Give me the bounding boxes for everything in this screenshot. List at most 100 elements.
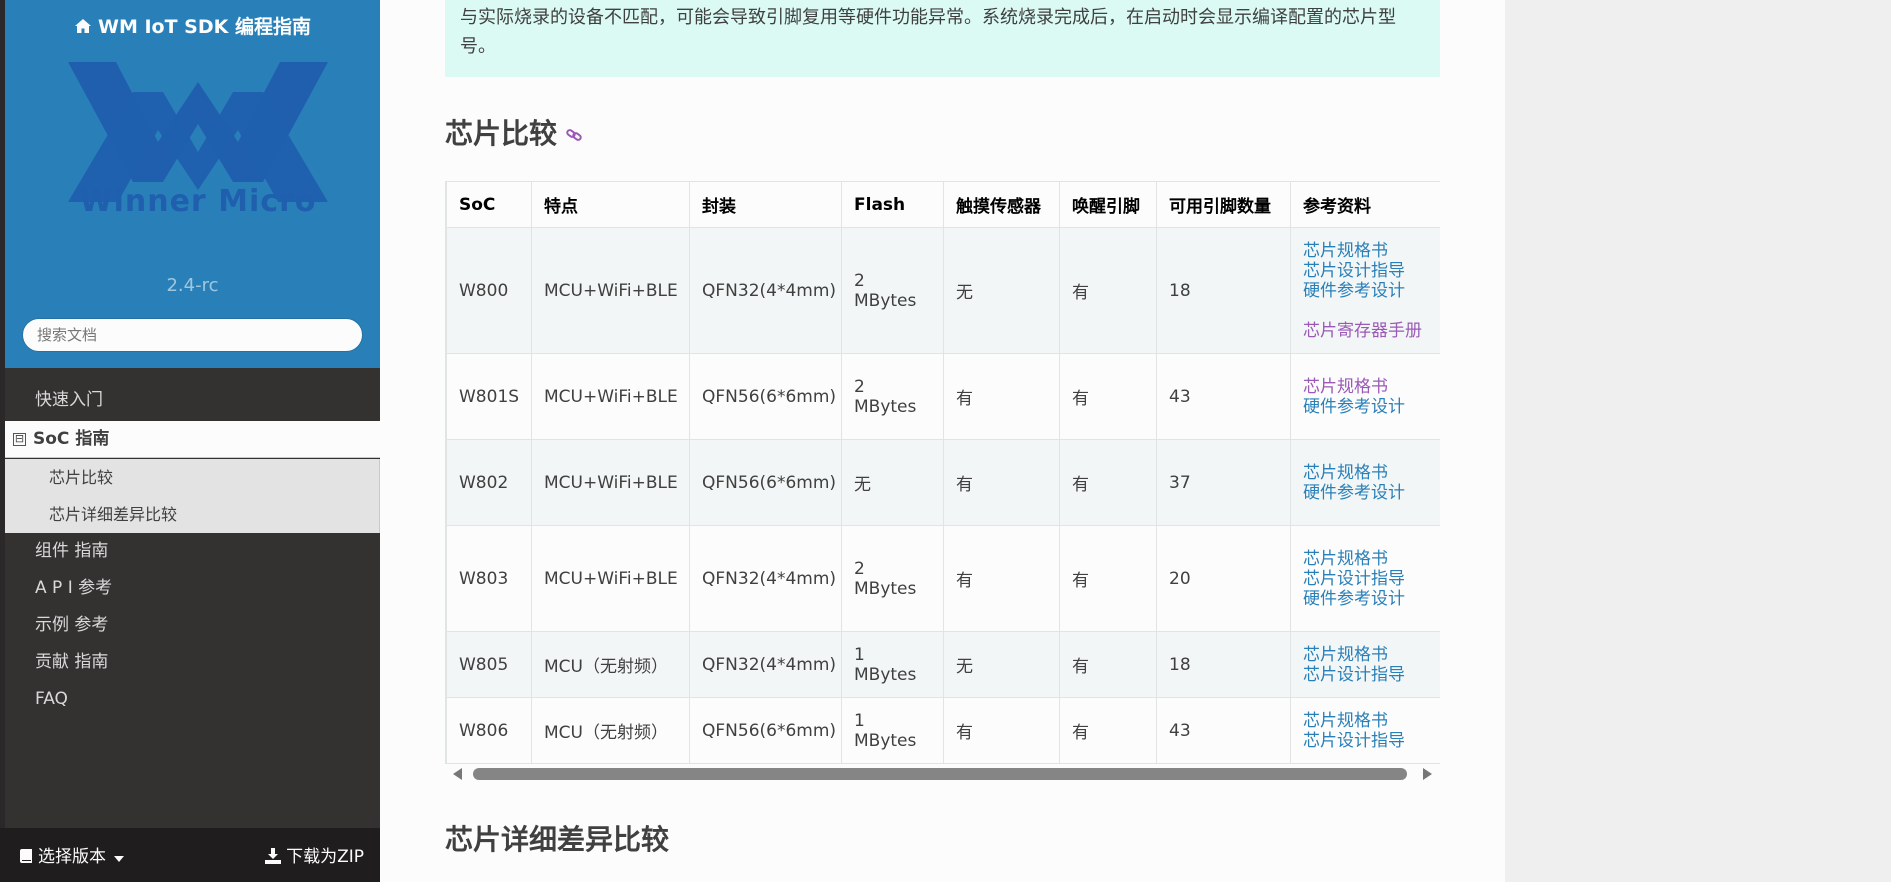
nav-contributing[interactable]: 贡献 指南 xyxy=(5,644,380,681)
ref-link-datasheet[interactable]: 芯片规格书 xyxy=(1303,711,1434,731)
logo-text: Winner Micro xyxy=(79,184,317,219)
cell-touch: 有 xyxy=(943,525,1060,632)
cell-touch: 无 xyxy=(943,227,1060,354)
sidebar-footer: 选择版本 下载为ZIP xyxy=(0,828,380,882)
table-header-row: SoC 特点 封装 Flash 触摸传感器 唤醒引脚 可用引脚数量 参考资料 xyxy=(446,181,1440,228)
nav-api-reference[interactable]: A P I 参考 xyxy=(5,570,380,607)
cell-flash: 2 MBytes xyxy=(841,353,944,440)
column-header: 参考资料 xyxy=(1290,181,1440,228)
ref-link-datasheet[interactable]: 芯片规格书 xyxy=(1303,645,1434,665)
cell-package: QFN32(4*4mm) xyxy=(689,525,842,632)
table-horizontal-scrollbar[interactable] xyxy=(445,764,1440,784)
scrollbar-thumb[interactable] xyxy=(473,768,1407,780)
cell-refs: 芯片规格书 芯片设计指导 硬件参考设计 芯片寄存器手册 xyxy=(1290,227,1440,354)
cell-pins: 18 xyxy=(1156,227,1291,354)
ref-link-hardware-reference[interactable]: 硬件参考设计 xyxy=(1303,483,1434,503)
cell-soc: W801S xyxy=(446,353,532,440)
ref-link-design-guide[interactable]: 芯片设计指导 xyxy=(1303,731,1434,751)
cell-wake: 有 xyxy=(1059,697,1157,764)
nav-chip-detail-comparison[interactable]: 芯片详细差异比较 xyxy=(5,496,380,533)
version-select-button[interactable]: 选择版本 xyxy=(20,842,125,867)
cell-package: QFN56(6*6mm) xyxy=(689,353,842,440)
cell-touch: 有 xyxy=(943,353,1060,440)
ref-link-design-guide[interactable]: 芯片设计指导 xyxy=(1303,261,1434,281)
cell-refs: 芯片规格书 芯片设计指导 xyxy=(1290,631,1440,698)
cell-wake: 有 xyxy=(1059,525,1157,632)
collapse-toggle-icon[interactable]: ⊟ xyxy=(13,433,26,446)
project-home-link[interactable]: WM IoT SDK 编程指南 xyxy=(5,12,380,39)
table-row: W803 MCU+WiFi+BLE QFN32(4*4mm) 2 MBytes … xyxy=(446,525,1440,632)
cell-soc: W805 xyxy=(446,631,532,698)
cell-wake: 有 xyxy=(1059,353,1157,440)
nav-faq[interactable]: FAQ xyxy=(5,681,380,718)
cell-feature: MCU（无射频） xyxy=(531,697,690,764)
ref-link-datasheet[interactable]: 芯片规格书 xyxy=(1303,549,1434,569)
column-header: 唤醒引脚 xyxy=(1059,181,1157,228)
cell-flash: 1 MBytes xyxy=(841,631,944,698)
ref-link-hardware-reference[interactable]: 硬件参考设计 xyxy=(1303,281,1434,301)
ref-link-datasheet[interactable]: 芯片规格书 xyxy=(1303,241,1434,261)
logo-mark xyxy=(68,62,328,202)
nav-soc-guide-label: SoC 指南 xyxy=(33,429,110,449)
section-title-chip-detail-comparison: 芯片详细差异比较 xyxy=(445,823,670,856)
nav-soc-guide[interactable]: ⊟ SoC 指南 xyxy=(5,421,380,458)
cell-wake: 有 xyxy=(1059,631,1157,698)
column-header: 封装 xyxy=(689,181,842,228)
ref-link-hardware-reference[interactable]: 硬件参考设计 xyxy=(1303,589,1434,609)
cell-feature: MCU+WiFi+BLE xyxy=(531,353,690,440)
cell-package: QFN32(4*4mm) xyxy=(689,631,842,698)
cell-package: QFN56(6*6mm) xyxy=(689,439,842,526)
cell-feature: MCU+WiFi+BLE xyxy=(531,439,690,526)
version-select-label: 选择版本 xyxy=(38,847,106,867)
cell-flash: 无 xyxy=(841,439,944,526)
cell-pins: 43 xyxy=(1156,697,1291,764)
ref-link-register-manual[interactable]: 芯片寄存器手册 xyxy=(1303,321,1434,341)
download-zip-button[interactable]: 下载为ZIP xyxy=(265,842,364,867)
ref-link-hardware-reference[interactable]: 硬件参考设计 xyxy=(1303,397,1434,417)
cell-pins: 20 xyxy=(1156,525,1291,632)
ref-link-datasheet[interactable]: 芯片规格书 xyxy=(1303,377,1434,397)
cell-soc: W802 xyxy=(446,439,532,526)
cell-touch: 有 xyxy=(943,439,1060,526)
cell-feature: MCU+WiFi+BLE xyxy=(531,525,690,632)
cell-soc: W806 xyxy=(446,697,532,764)
nav-chip-comparison[interactable]: 芯片比较 xyxy=(5,459,380,496)
ref-link-datasheet[interactable]: 芯片规格书 xyxy=(1303,463,1434,483)
cell-package: QFN56(6*6mm) xyxy=(689,697,842,764)
cell-refs: 芯片规格书 硬件参考设计 xyxy=(1290,353,1440,440)
download-icon xyxy=(265,848,282,864)
book-icon xyxy=(20,849,32,863)
ref-link-design-guide[interactable]: 芯片设计指导 xyxy=(1303,569,1434,589)
cell-feature: MCU+WiFi+BLE xyxy=(531,227,690,354)
cell-pins: 18 xyxy=(1156,631,1291,698)
nav-component-guide[interactable]: 组件 指南 xyxy=(5,533,380,570)
download-zip-label: 下载为ZIP xyxy=(286,847,364,867)
winner-micro-logo[interactable]: Winner Micro xyxy=(68,62,328,262)
column-header: 特点 xyxy=(531,181,690,228)
cell-refs: 芯片规格书 芯片设计指导 硬件参考设计 xyxy=(1290,525,1440,632)
nav-examples[interactable]: 示例 参考 xyxy=(5,607,380,644)
scroll-left-arrow-icon[interactable] xyxy=(453,768,462,780)
chip-comparison-table: SoC 特点 封装 Flash 触摸传感器 唤醒引脚 可用引脚数量 参考资料 W… xyxy=(446,181,1440,764)
scroll-right-arrow-icon[interactable] xyxy=(1423,768,1432,780)
table-row: W806 MCU（无射频） QFN56(6*6mm) 1 MBytes 有 有 … xyxy=(446,697,1440,764)
cell-wake: 有 xyxy=(1059,227,1157,354)
cell-pins: 43 xyxy=(1156,353,1291,440)
note-admonition: 与实际烧录的设备不匹配，可能会导致引脚复用等硬件功能异常。系统烧录完成后，在启动… xyxy=(445,0,1440,77)
caret-down-icon xyxy=(114,856,125,862)
search-input[interactable] xyxy=(22,318,363,352)
cell-flash: 1 MBytes xyxy=(841,697,944,764)
section-title-text: 芯片比较 xyxy=(445,117,558,150)
cell-flash: 2 MBytes xyxy=(841,525,944,632)
nav-quick-start[interactable]: 快速入门 xyxy=(5,382,380,419)
cell-touch: 无 xyxy=(943,631,1060,698)
column-header: 可用引脚数量 xyxy=(1156,181,1291,228)
ref-link-design-guide[interactable]: 芯片设计指导 xyxy=(1303,665,1434,685)
sidebar: WM IoT SDK 编程指南 Winner Micro 2.4-rc 快速入门… xyxy=(0,0,380,882)
chip-comparison-table-container[interactable]: SoC 特点 封装 Flash 触摸传感器 唤醒引脚 可用引脚数量 参考资料 W… xyxy=(445,181,1440,764)
cell-soc: W803 xyxy=(446,525,532,632)
cell-pins: 37 xyxy=(1156,439,1291,526)
link-icon[interactable] xyxy=(565,125,583,143)
cell-feature: MCU（无射频） xyxy=(531,631,690,698)
